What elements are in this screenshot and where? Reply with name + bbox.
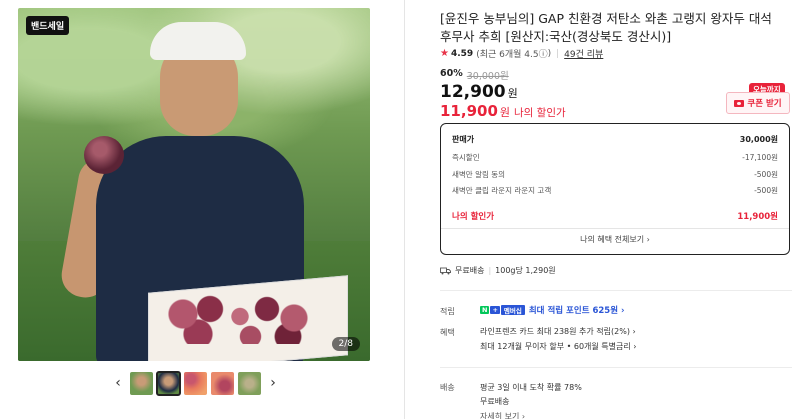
- naver-plus-membership-icon: N + 멤버십: [480, 305, 525, 315]
- breakdown-final-value: 11,900원: [737, 212, 778, 222]
- delivery-more-link[interactable]: 자세히 보기 ›: [480, 411, 525, 419]
- coupon-button[interactable]: 쿠폰 받기: [726, 92, 790, 114]
- rating-row: ★ 4.59 (최근 6개월 4.5 ⓘ ) | 49건 리뷰: [440, 47, 603, 60]
- breakdown-label: 새벽만 알림 동의: [452, 170, 506, 179]
- section-divider: [440, 367, 792, 368]
- rating-recent: (최근 6개월 4.5: [476, 50, 539, 60]
- points-label: 적립: [440, 307, 455, 316]
- my-price: 11,900: [440, 102, 498, 120]
- column-divider: [404, 0, 405, 419]
- thumb-next-button[interactable]: ›: [265, 371, 281, 395]
- thumb-prev-button[interactable]: ‹: [110, 371, 126, 395]
- breakdown-row: 새벽만 알림 동의 -500원: [452, 169, 778, 180]
- discount-row: 60% 30,000원: [440, 68, 509, 82]
- rating-score: 4.59: [450, 48, 474, 59]
- breakdown-value: -17,100원: [742, 153, 778, 162]
- delivery-label: 배송: [440, 383, 455, 392]
- card-benefit-link[interactable]: 라인프렌즈 카드 최대 238원 추가 적립(2%) ›: [480, 326, 636, 337]
- farmer-cap: [150, 22, 246, 60]
- breakdown-value: -500원: [754, 186, 778, 195]
- original-price: 30,000원: [466, 71, 509, 82]
- breakdown-label: 판매가: [452, 135, 475, 144]
- thumbnail[interactable]: [211, 371, 234, 395]
- sale-badge: 밴드세일: [26, 16, 70, 35]
- breakdown-row-head: 판매가 30,000원: [452, 134, 778, 145]
- breakdown-final-row: 나의 할인가 11,900원: [452, 210, 778, 222]
- thumbnail[interactable]: [238, 371, 261, 395]
- benefit-label: 혜택: [440, 328, 455, 337]
- image-counter: 2/8: [331, 337, 360, 351]
- breakdown-row: 새벽만 클립 라운지 라운지 고객 -500원: [452, 185, 778, 196]
- breakdown-value: -500원: [754, 170, 778, 179]
- product-main-image[interactable]: 밴드세일 2/8: [18, 8, 370, 361]
- truck-icon: [440, 267, 451, 274]
- breakdown-divider: [441, 228, 789, 229]
- price-breakdown: 판매가 30,000원 즉시할인 -17,100원 새벽만 알림 동의 -500…: [440, 123, 790, 255]
- breakdown-final-label: 나의 할인가: [452, 212, 495, 222]
- info-icon[interactable]: ⓘ: [539, 47, 548, 60]
- my-price-label: 나의 할인가: [514, 107, 566, 119]
- points-row[interactable]: N + 멤버십 최대 적립 포인트 625원 ›: [480, 304, 625, 316]
- plums-in-box: [168, 294, 318, 344]
- breakdown-label: 새벽만 클립 라운지 라운지 고객: [452, 186, 552, 195]
- coupon-icon: [734, 99, 745, 107]
- np-n: N: [480, 306, 490, 314]
- discount-rate: 60%: [440, 68, 463, 79]
- free-shipping-label: 무료배송: [455, 266, 485, 275]
- delivery-arrival: 평균 3일 이내 도착 확률 78%: [480, 383, 582, 392]
- breakdown-value: 30,000원: [739, 135, 778, 144]
- separator: |: [556, 48, 560, 59]
- sale-price-row: 12,900 원: [440, 82, 518, 102]
- sale-price: 12,900: [440, 82, 506, 102]
- thumbnail[interactable]: [184, 371, 207, 395]
- unit-price: 100g당 1,290원: [495, 266, 556, 275]
- shipping-row: 무료배송 | 100g당 1,290원: [440, 265, 556, 276]
- plum-in-hand: [84, 136, 124, 174]
- thumbnail-selected[interactable]: [156, 370, 181, 396]
- delivery-free: 무료배송: [480, 397, 510, 406]
- points-text: 최대 적립 포인트 625원 ›: [528, 306, 625, 316]
- installment-benefit-link[interactable]: 최대 12개월 무이자 할부 • 60개월 특별금리 ›: [480, 341, 636, 352]
- my-price-unit: 원: [499, 106, 511, 119]
- coupon-label: 쿠폰 받기: [747, 99, 782, 109]
- breakdown-row: 즉시할인 -17,100원: [452, 152, 778, 163]
- thumbnail[interactable]: [130, 371, 153, 395]
- thumbnail-strip: ‹ ›: [110, 370, 281, 396]
- separator: |: [488, 266, 492, 275]
- sale-price-unit: 원: [507, 87, 518, 100]
- all-benefits-link[interactable]: 나의 혜택 전체보기 ›: [441, 234, 789, 245]
- section-divider: [440, 290, 792, 291]
- review-link[interactable]: 49건 리뷰: [564, 47, 603, 60]
- my-price-row: 11,900 원 나의 할인가: [440, 102, 566, 120]
- rating-recent-close: ): [547, 48, 552, 59]
- star-icon: ★: [440, 48, 449, 59]
- np-plus: +: [490, 306, 500, 314]
- np-membership: 멤버십: [500, 305, 525, 315]
- product-title: [윤진우 농부님의] GAP 친환경 저탄소 와촌 고랭지 왕자두 대석 후무사…: [440, 11, 772, 44]
- breakdown-label: 즉시할인: [452, 153, 480, 162]
